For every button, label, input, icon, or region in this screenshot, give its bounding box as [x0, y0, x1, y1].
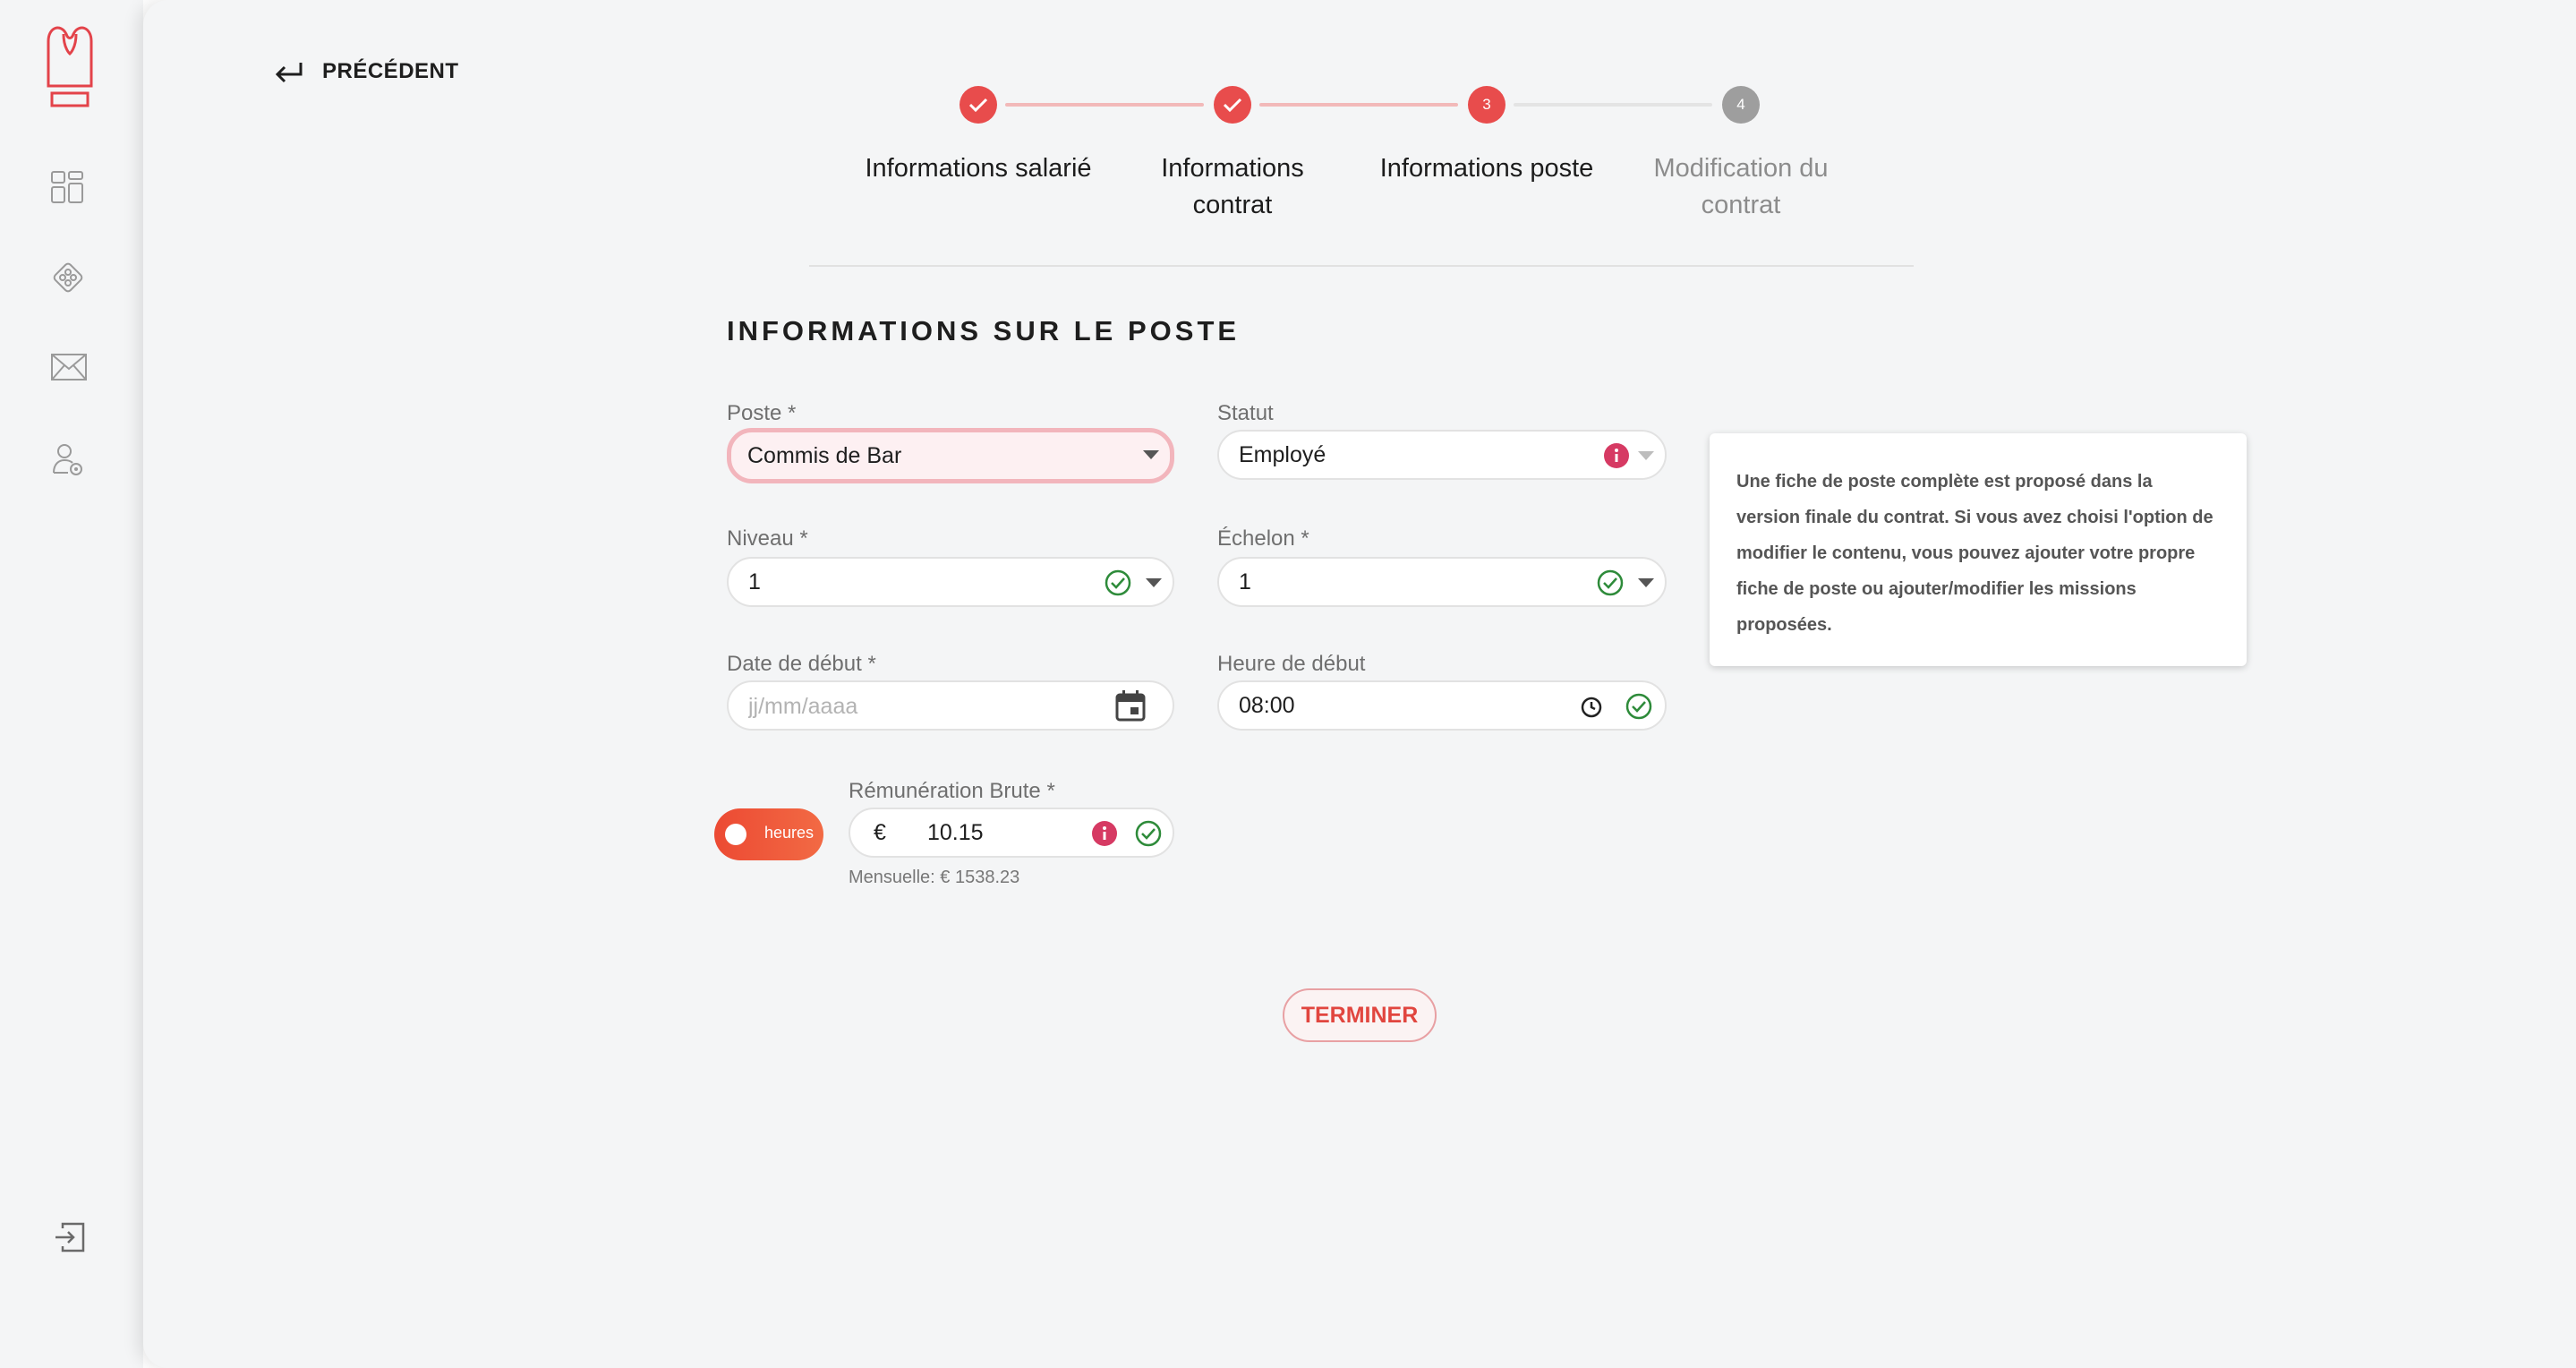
- toggle-label: heures: [764, 824, 815, 842]
- info-icon[interactable]: [1604, 443, 1629, 468]
- step-3-label: Informations poste: [1379, 154, 1594, 183]
- job-description-info-card: Une fiche de poste complète est proposé …: [1710, 433, 2247, 666]
- step-connector-2: [1259, 103, 1458, 107]
- finish-button[interactable]: TERMINER: [1283, 988, 1437, 1042]
- check-circle-icon: [1135, 820, 1162, 847]
- diamond-grid-icon[interactable]: [50, 260, 86, 295]
- remuneration-value: 10.15: [927, 820, 984, 845]
- chevron-down-icon: [1638, 451, 1654, 460]
- step-connector-3: [1514, 103, 1712, 107]
- statut-select[interactable]: Employé: [1217, 430, 1667, 480]
- mail-icon[interactable]: [50, 353, 88, 381]
- rate-period-toggle[interactable]: heures: [714, 808, 823, 860]
- sidebar: [0, 0, 143, 1368]
- chevron-down-icon: [1638, 578, 1654, 587]
- niveau-value: 1: [748, 569, 761, 594]
- chevron-down-icon: [1146, 578, 1162, 587]
- back-button[interactable]: PRÉCÉDENT: [274, 52, 459, 91]
- date-debut-input[interactable]: [746, 689, 1036, 723]
- echelon-label: Échelon *: [1217, 526, 1309, 551]
- echelon-value: 1: [1239, 569, 1251, 594]
- stepper-divider: [809, 265, 1914, 267]
- back-label: PRÉCÉDENT: [322, 59, 459, 83]
- step-2-label: Informations contrat: [1161, 154, 1304, 219]
- currency-symbol: €: [874, 820, 886, 845]
- niveau-label: Niveau *: [727, 526, 808, 551]
- calendar-icon[interactable]: [1115, 689, 1146, 722]
- main-panel: PRÉCÉDENT 3 4 Informations salarié Infor…: [143, 0, 2576, 1368]
- chevron-down-icon: [1143, 450, 1159, 459]
- statut-label: Statut: [1217, 401, 1274, 425]
- heure-debut-field[interactable]: 08:00: [1217, 680, 1667, 731]
- user-settings-icon[interactable]: [52, 442, 84, 476]
- back-arrow-icon: [275, 63, 303, 83]
- poste-label: Poste *: [727, 401, 797, 425]
- niveau-select[interactable]: 1: [727, 557, 1174, 607]
- remuneration-field[interactable]: € 10.15: [849, 808, 1174, 858]
- poste-select[interactable]: Commis de Bar: [727, 428, 1174, 483]
- clock-icon[interactable]: [1581, 697, 1602, 718]
- step-2-indicator[interactable]: [1214, 86, 1251, 124]
- check-circle-icon: [1597, 569, 1624, 596]
- heure-debut-label: Heure de début: [1217, 652, 1366, 676]
- step-4-indicator[interactable]: 4: [1722, 86, 1760, 124]
- step-3-indicator[interactable]: 3: [1468, 86, 1506, 124]
- step-4-label: Modification du contrat: [1653, 154, 1829, 219]
- date-debut-field[interactable]: [727, 680, 1174, 731]
- section-title: INFORMATIONS SUR LE POSTE: [727, 315, 1241, 346]
- heure-debut-value: 08:00: [1239, 693, 1295, 718]
- date-debut-label: Date de début *: [727, 652, 876, 676]
- toggle-knob: [725, 824, 746, 845]
- checkmark-icon: [968, 98, 988, 113]
- remuneration-label: Rémunération Brute *: [849, 779, 1055, 803]
- info-icon[interactable]: [1092, 821, 1117, 846]
- logout-icon[interactable]: [54, 1221, 86, 1253]
- checkmark-icon: [1223, 98, 1242, 113]
- check-circle-icon: [1105, 569, 1131, 596]
- chef-hat-logo-icon[interactable]: [39, 21, 100, 109]
- step-1-label: Informations salarié: [865, 154, 1092, 183]
- check-circle-icon: [1625, 693, 1652, 720]
- step-connector-1: [1005, 103, 1204, 107]
- poste-value: Commis de Bar: [747, 443, 902, 468]
- dashboard-icon[interactable]: [50, 170, 84, 204]
- monthly-salary-hint: Mensuelle: € 1538.23: [849, 868, 1020, 887]
- statut-value: Employé: [1239, 442, 1326, 467]
- step-1-indicator[interactable]: [960, 86, 997, 124]
- echelon-select[interactable]: 1: [1217, 557, 1667, 607]
